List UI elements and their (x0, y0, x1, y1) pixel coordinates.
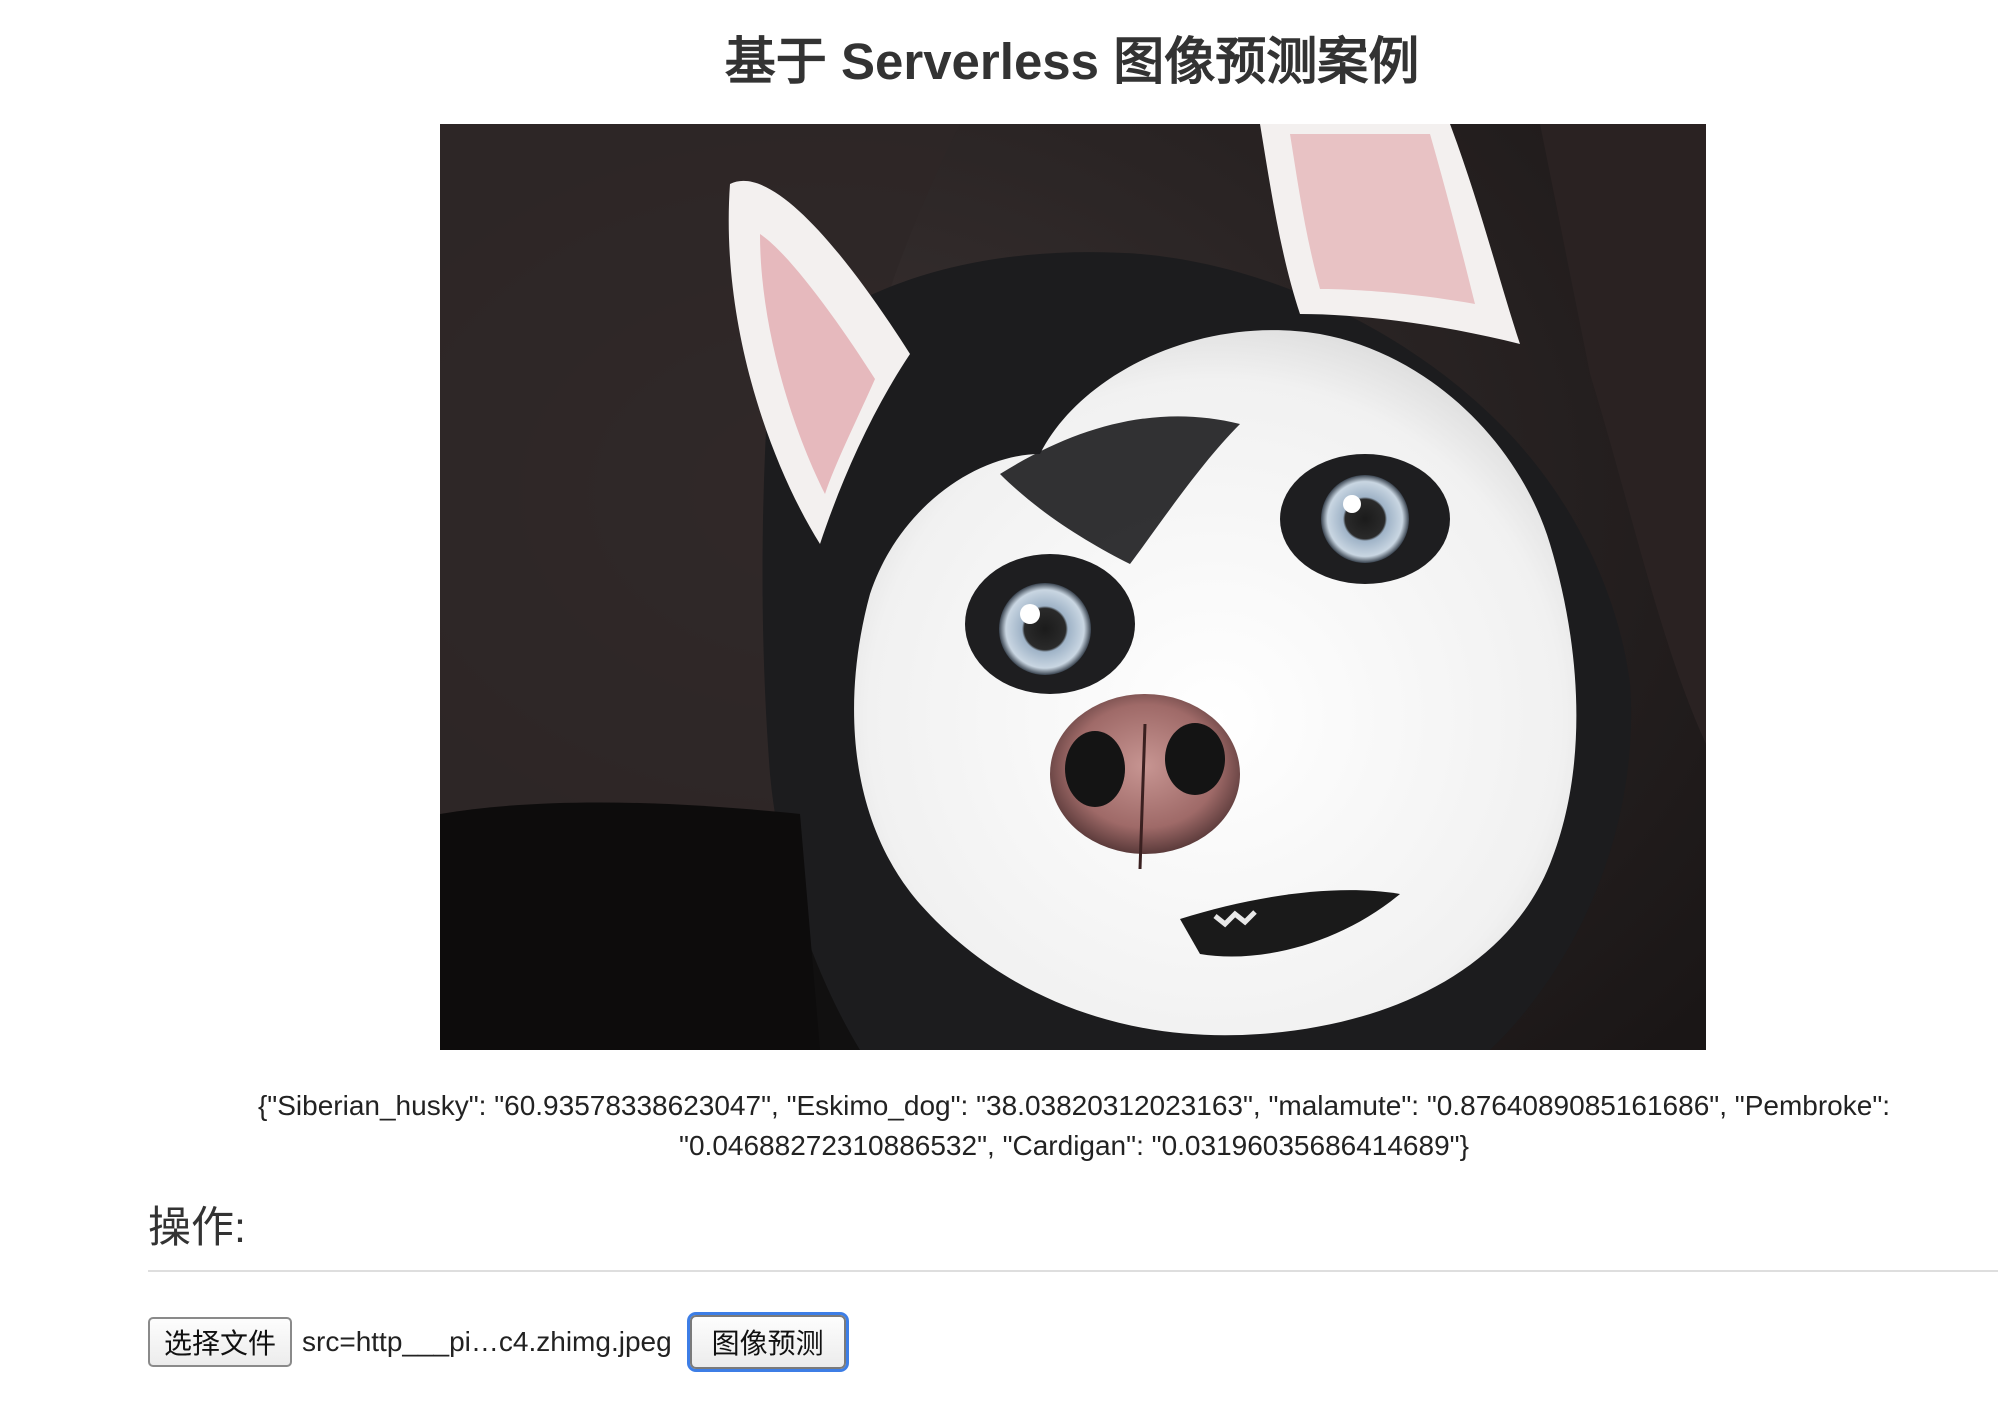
page-title: 基于 Serverless 图像预测案例 (724, 33, 1420, 90)
selected-file-name: src=http___pi…c4.zhimg.jpeg (302, 1326, 672, 1357)
husky-photo-illustration (440, 124, 1706, 1050)
operations-controls: 选择文件 src=http___pi…c4.zhimg.jpeg 图像预测 (148, 1314, 846, 1370)
section-divider (148, 1270, 1998, 1272)
title-wrapper: 基于 Serverless 图像预测案例 (0, 30, 1998, 100)
operations-heading: 操作: (148, 1204, 246, 1252)
choose-file-button[interactable]: 选择文件 (148, 1317, 293, 1367)
predict-image-button[interactable]: 图像预测 (689, 1315, 846, 1369)
prediction-result-text: {"Siberian_husky": "60.93578338623047", … (257, 1090, 1891, 1161)
uploaded-image (440, 124, 1706, 1050)
